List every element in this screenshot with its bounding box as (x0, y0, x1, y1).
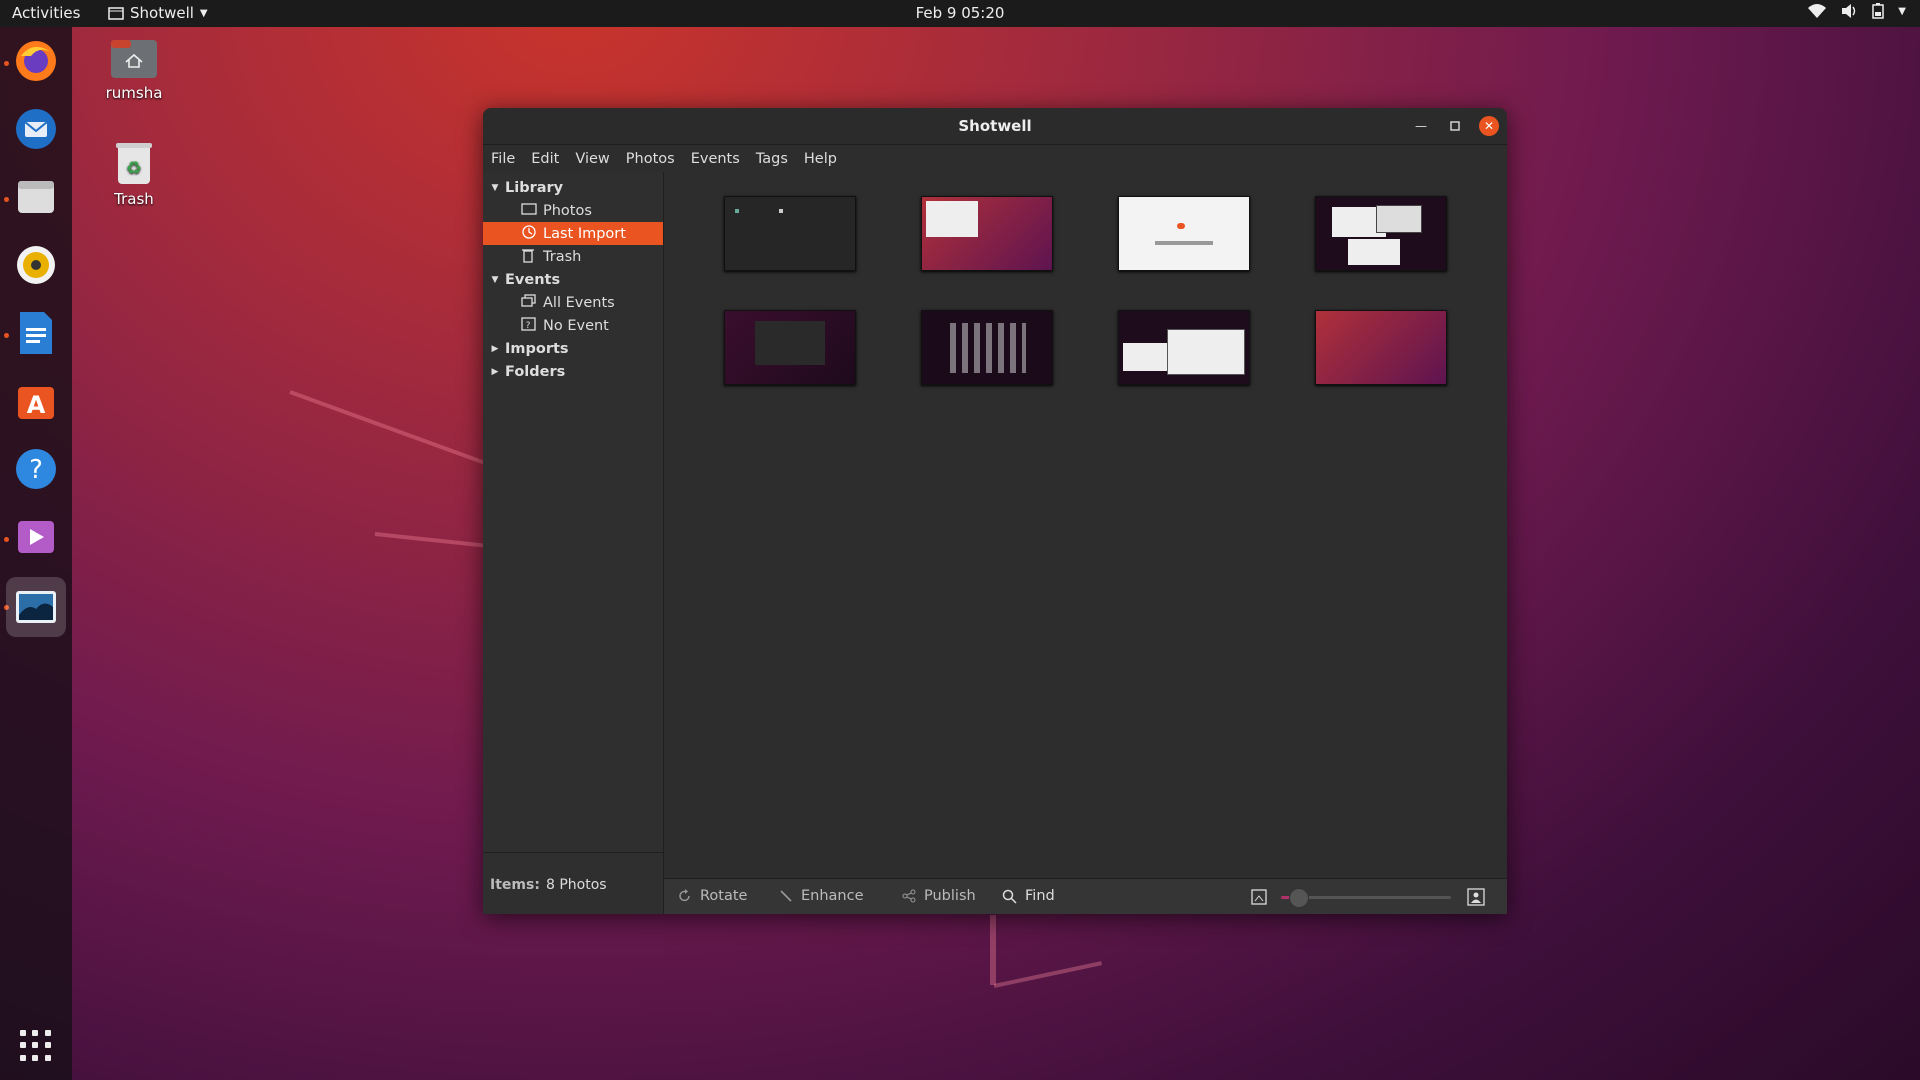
photo-thumbnail[interactable] (1315, 196, 1447, 271)
photo-thumbnail[interactable] (921, 310, 1053, 385)
svg-text:A: A (27, 391, 46, 419)
expander-closed-icon: ▶ (491, 366, 499, 377)
sidebar-item-folders[interactable]: ▶ Folders (483, 360, 663, 383)
sidebar-item-events[interactable]: ▼ Events (483, 268, 663, 291)
desktop-home-folder[interactable]: rumsha (84, 36, 184, 102)
menu-view[interactable]: View (575, 151, 609, 167)
zoom-out-icon[interactable] (1251, 889, 1267, 909)
minimize-button[interactable]: — (1411, 116, 1431, 136)
shotwell-window: Shotwell — ✕ File Edit View Photos Event… (483, 108, 1507, 914)
running-indicator (4, 537, 9, 542)
home-folder-label: rumsha (105, 84, 163, 102)
menu-tags[interactable]: Tags (756, 151, 788, 167)
wallpaper-streak (990, 915, 996, 985)
photos-icon (521, 202, 543, 219)
help-icon[interactable]: ? (12, 445, 60, 493)
no-event-icon: ? (521, 316, 543, 335)
menu-bar: File Edit View Photos Events Tags Help (483, 145, 1507, 173)
svg-text:?: ? (29, 455, 43, 485)
toolbar: Rotate Enhance Publish Find (664, 878, 1507, 914)
sidebar: ▼ Library Photos Last Import Trash ▼ Eve… (483, 172, 664, 914)
sidebar-item-trash[interactable]: Trash (483, 245, 663, 268)
title-bar[interactable]: Shotwell — ✕ (483, 108, 1507, 145)
share-icon (902, 889, 916, 903)
status-panel: Items: 8 Photos (483, 852, 664, 914)
rotate-icon (679, 889, 690, 902)
wand-icon (780, 890, 792, 902)
enhance-button[interactable]: Enhance (779, 888, 864, 904)
search-icon (1002, 889, 1017, 904)
maximize-icon (1450, 121, 1460, 131)
sidebar-item-library[interactable]: ▼ Library (483, 176, 663, 199)
trash-can-icon (521, 247, 543, 267)
chevron-down-icon: ▼ (1898, 5, 1906, 17)
files-icon[interactable] (12, 173, 60, 221)
wifi-icon (1808, 4, 1827, 18)
clock-icon (521, 224, 543, 244)
publish-button[interactable]: Publish (902, 888, 976, 904)
system-tray[interactable]: ▼ (1808, 3, 1906, 19)
sidebar-item-photos[interactable]: Photos (483, 199, 663, 222)
show-applications-icon[interactable] (20, 1030, 52, 1062)
zoom-slider-handle[interactable] (1289, 888, 1309, 908)
running-indicator (4, 333, 9, 338)
photo-thumbnail[interactable] (1118, 310, 1250, 385)
trash-icon: ♻ (116, 143, 152, 184)
close-icon: ✕ (1483, 119, 1495, 133)
trash-label: Trash (114, 190, 154, 208)
top-bar: Activities Shotwell ▼ Feb 9 05:20 ▼ (0, 0, 1920, 27)
running-indicator (4, 197, 9, 202)
items-label: Items: (490, 877, 540, 893)
software-icon[interactable]: A (12, 377, 60, 425)
sidebar-item-last-import[interactable]: Last Import (483, 222, 663, 245)
photo-thumbnail[interactable] (724, 310, 856, 385)
zoom-in-icon[interactable] (1467, 888, 1485, 910)
volume-icon (1842, 4, 1856, 18)
expander-closed-icon: ▶ (491, 343, 499, 354)
window-title: Shotwell (958, 117, 1032, 135)
menu-help[interactable]: Help (804, 151, 837, 167)
sidebar-item-all-events[interactable]: All Events (483, 291, 663, 314)
photo-thumbnail[interactable] (1315, 310, 1447, 385)
sidebar-item-imports[interactable]: ▶ Imports (483, 337, 663, 360)
rotate-button[interactable]: Rotate (678, 888, 747, 904)
svg-text:?: ? (526, 321, 531, 331)
expander-open-icon: ▼ (491, 274, 499, 285)
photo-thumbnail[interactable] (724, 196, 856, 271)
videos-icon[interactable] (12, 513, 60, 561)
writer-icon[interactable] (12, 309, 60, 357)
photo-grid (664, 172, 1507, 878)
dock: A ? (0, 27, 72, 1080)
wallpaper-streak (289, 390, 507, 473)
photo-thumbnail[interactable] (1118, 196, 1250, 271)
find-button[interactable]: Find (1002, 888, 1055, 904)
menu-file[interactable]: File (491, 151, 515, 167)
menu-edit[interactable]: Edit (531, 151, 559, 167)
shotwell-icon[interactable] (6, 577, 66, 637)
sidebar-item-no-event[interactable]: ? No Event (483, 314, 663, 337)
maximize-button[interactable] (1445, 116, 1465, 136)
home-folder-icon (111, 40, 157, 78)
wallpaper-streak (993, 961, 1103, 988)
clock[interactable]: Feb 9 05:20 (0, 4, 1920, 22)
items-count: 8 Photos (546, 877, 607, 893)
running-indicator (4, 61, 9, 66)
photo-thumbnail[interactable] (921, 196, 1053, 271)
menu-events[interactable]: Events (691, 151, 740, 167)
rhythmbox-icon[interactable] (12, 241, 60, 289)
desktop-trash[interactable]: ♻ Trash (84, 140, 184, 208)
firefox-icon[interactable] (12, 37, 60, 85)
menu-photos[interactable]: Photos (626, 151, 675, 167)
expander-open-icon: ▼ (491, 182, 499, 193)
close-button[interactable]: ✕ (1479, 116, 1499, 136)
svg-text:♻: ♻ (126, 158, 142, 179)
battery-icon (1872, 3, 1885, 19)
thunderbird-icon[interactable] (12, 105, 60, 153)
events-icon (521, 293, 543, 312)
zoom-slider[interactable] (1281, 888, 1451, 908)
